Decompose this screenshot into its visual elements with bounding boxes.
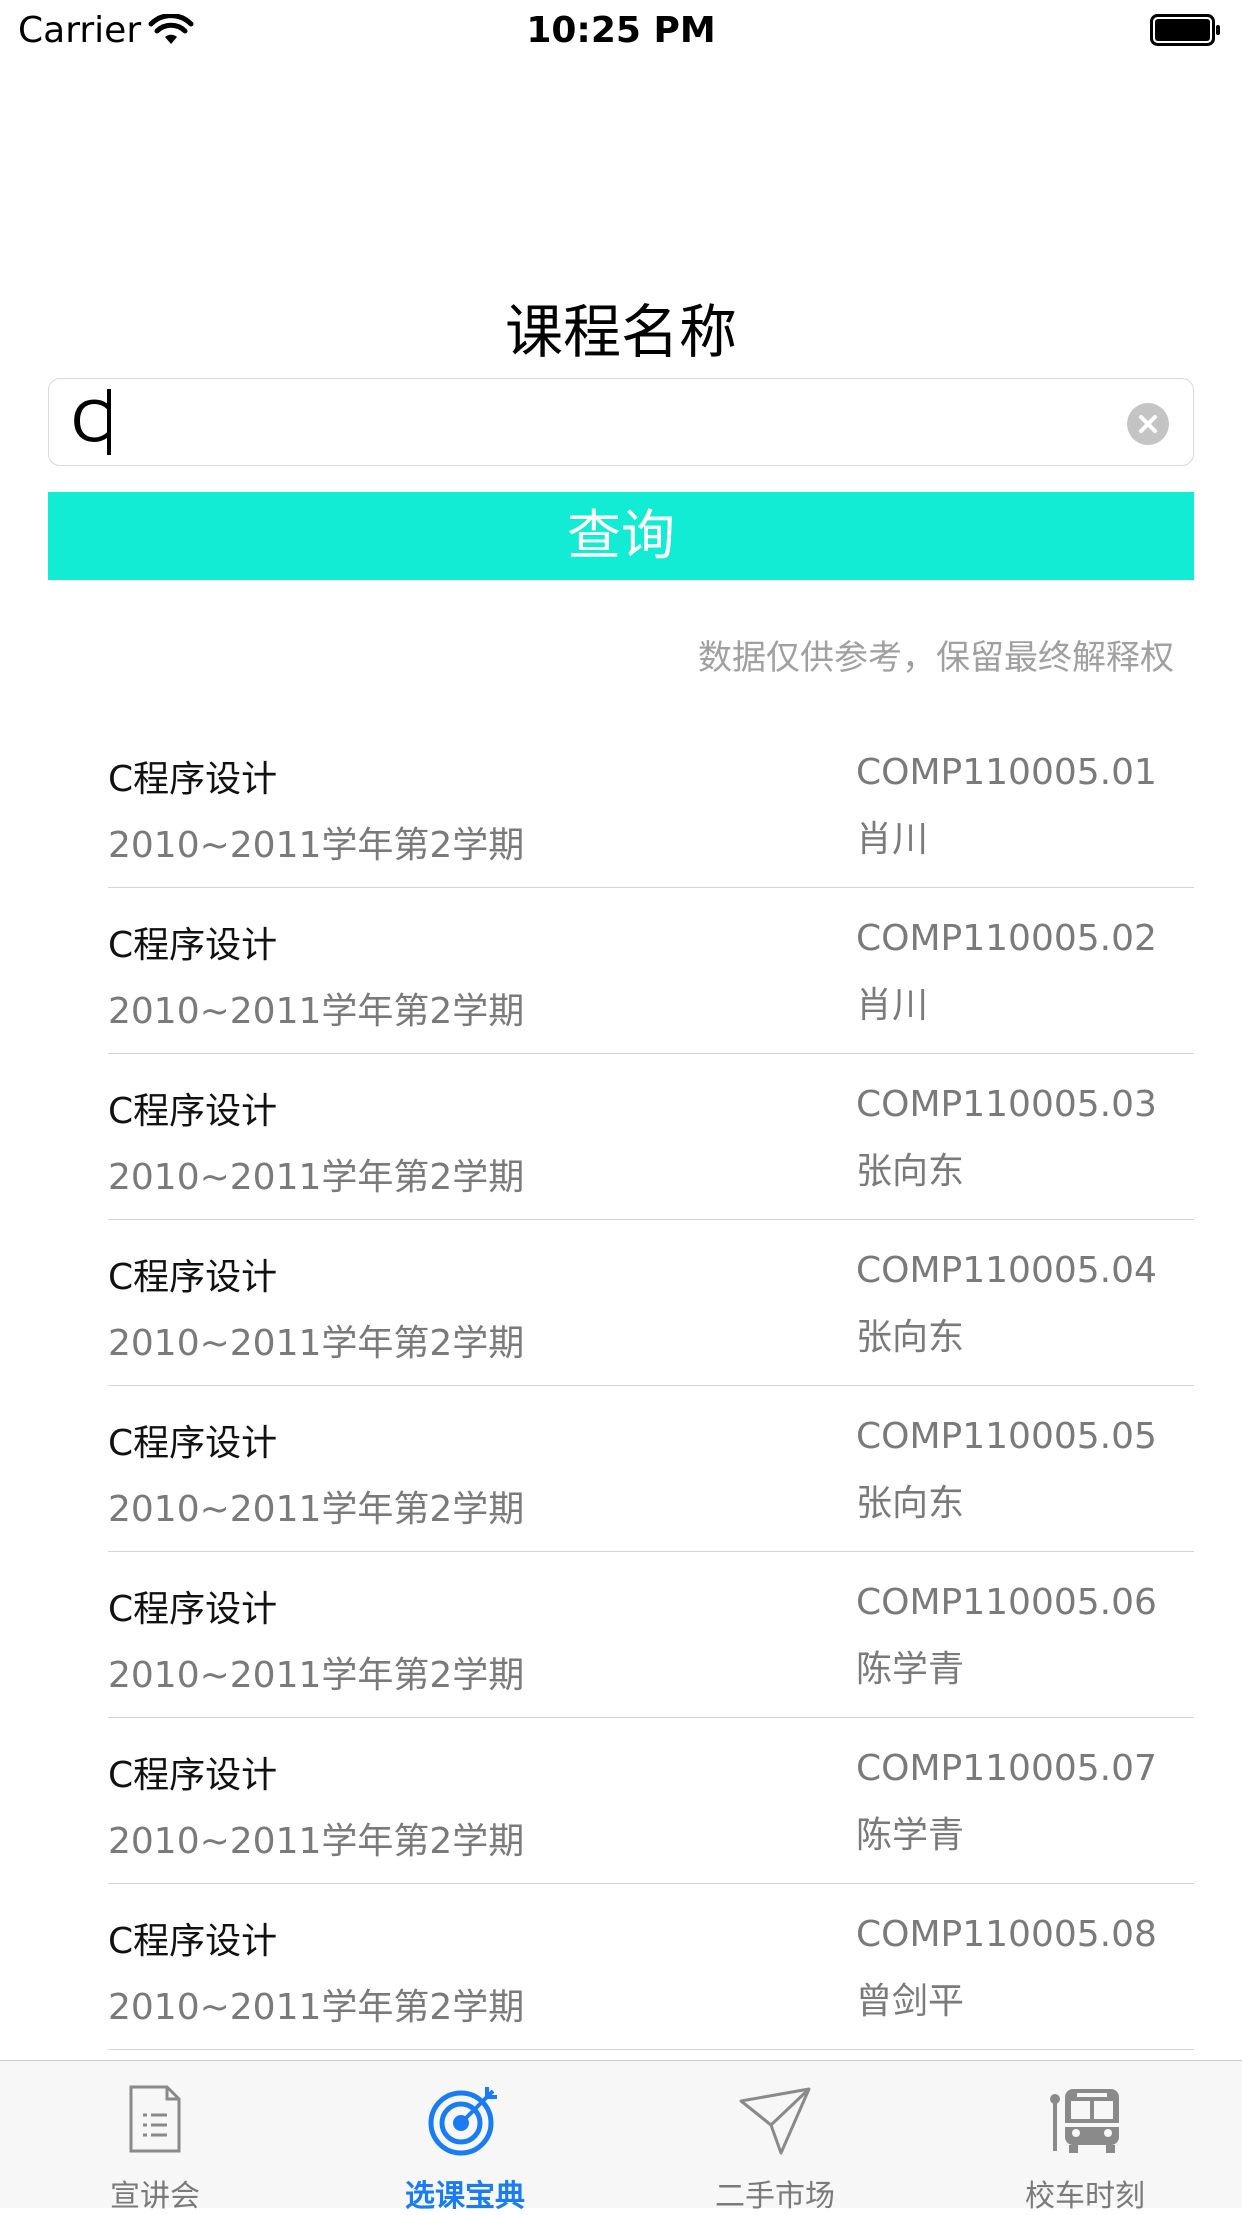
tab-label: 选课宝典 [405, 2179, 525, 2214]
course-teacher: 陈学青 [856, 1815, 965, 1856]
status-time: 10:25 PM [526, 10, 716, 51]
tab-seminar[interactable]: 宣讲会 [0, 2061, 310, 2214]
course-teacher: 张向东 [856, 1151, 965, 1192]
list-item[interactable]: C程序设计 2010~2011学年第2学期 COMP110005.02 肖川 [108, 888, 1194, 1054]
disclaimer-text: 数据仅供参考，保留最终解释权 [698, 638, 1174, 678]
course-list: C程序设计 2010~2011学年第2学期 COMP110005.01 肖川 C… [108, 722, 1194, 2050]
text-caret [107, 389, 111, 455]
status-bar: Carrier 10:25 PM [0, 0, 1242, 60]
target-icon [428, 2087, 497, 2156]
battery-icon [1150, 14, 1220, 46]
course-name: C程序设计 [108, 1257, 278, 1298]
course-code: COMP110005.03 [856, 1084, 1157, 1125]
course-name: C程序设计 [108, 759, 278, 800]
list-item[interactable]: C程序设计 2010~2011学年第2学期 COMP110005.03 张向东 [108, 1054, 1194, 1220]
course-semester: 2010~2011学年第2学期 [108, 991, 525, 1032]
tab-second-hand-market[interactable]: 二手市场 [620, 2061, 930, 2214]
search-input-value: C [71, 390, 111, 455]
course-teacher: 张向东 [856, 1317, 965, 1358]
paper-plane-icon [739, 2087, 811, 2155]
course-code: COMP110005.05 [856, 1416, 1157, 1457]
course-code: COMP110005.07 [856, 1748, 1157, 1789]
clear-icon[interactable] [1127, 403, 1169, 445]
list-item[interactable]: C程序设计 2010~2011学年第2学期 COMP110005.07 陈学青 [108, 1718, 1194, 1884]
course-code: COMP110005.08 [856, 1914, 1157, 1955]
query-button[interactable]: 查询 [48, 492, 1194, 580]
document-icon [129, 2085, 181, 2153]
list-item[interactable]: C程序设计 2010~2011学年第2学期 COMP110005.05 张向东 [108, 1386, 1194, 1552]
course-teacher: 张向东 [856, 1483, 965, 1524]
course-search-input[interactable]: C [48, 378, 1194, 466]
course-code: COMP110005.06 [856, 1582, 1157, 1623]
tab-bar: 宣讲会 选课宝典 二手市场 校车时刻 [0, 2060, 1242, 2214]
course-name: C程序设计 [108, 1091, 278, 1132]
course-name: C程序设计 [108, 1423, 278, 1464]
course-code: COMP110005.01 [856, 752, 1157, 793]
tab-course-guide[interactable]: 选课宝典 [310, 2061, 620, 2214]
course-semester: 2010~2011学年第2学期 [108, 1655, 525, 1696]
course-teacher: 肖川 [856, 985, 929, 1026]
course-semester: 2010~2011学年第2学期 [108, 1489, 525, 1530]
tab-shuttle-schedule[interactable]: 校车时刻 [930, 2061, 1240, 2214]
course-semester: 2010~2011学年第2学期 [108, 1821, 525, 1862]
bus-icon [1050, 2089, 1119, 2153]
course-semester: 2010~2011学年第2学期 [108, 1157, 525, 1198]
course-teacher: 曾剑平 [856, 1981, 965, 2022]
course-name: C程序设计 [108, 925, 278, 966]
course-code: COMP110005.02 [856, 918, 1157, 959]
list-item[interactable]: C程序设计 2010~2011学年第2学期 COMP110005.06 陈学青 [108, 1552, 1194, 1718]
course-semester: 2010~2011学年第2学期 [108, 1323, 525, 1364]
course-semester: 2010~2011学年第2学期 [108, 825, 525, 866]
list-item[interactable]: C程序设计 2010~2011学年第2学期 COMP110005.01 肖川 [108, 722, 1194, 888]
course-code: COMP110005.04 [856, 1250, 1157, 1291]
tab-label: 二手市场 [715, 2179, 835, 2214]
course-name: C程序设计 [108, 1921, 278, 1962]
course-teacher: 陈学青 [856, 1649, 965, 1690]
course-name: C程序设计 [108, 1755, 278, 1796]
course-teacher: 肖川 [856, 819, 929, 860]
list-item[interactable]: C程序设计 2010~2011学年第2学期 COMP110005.04 张向东 [108, 1220, 1194, 1386]
tab-label: 校车时刻 [1025, 2179, 1145, 2214]
page-title: 课程名称 [504, 298, 737, 366]
course-name: C程序设计 [108, 1589, 278, 1630]
course-semester: 2010~2011学年第2学期 [108, 1987, 525, 2028]
list-item[interactable]: C程序设计 2010~2011学年第2学期 COMP110005.08 曾剑平 [108, 1884, 1194, 2050]
tab-label: 宣讲会 [110, 2179, 200, 2214]
